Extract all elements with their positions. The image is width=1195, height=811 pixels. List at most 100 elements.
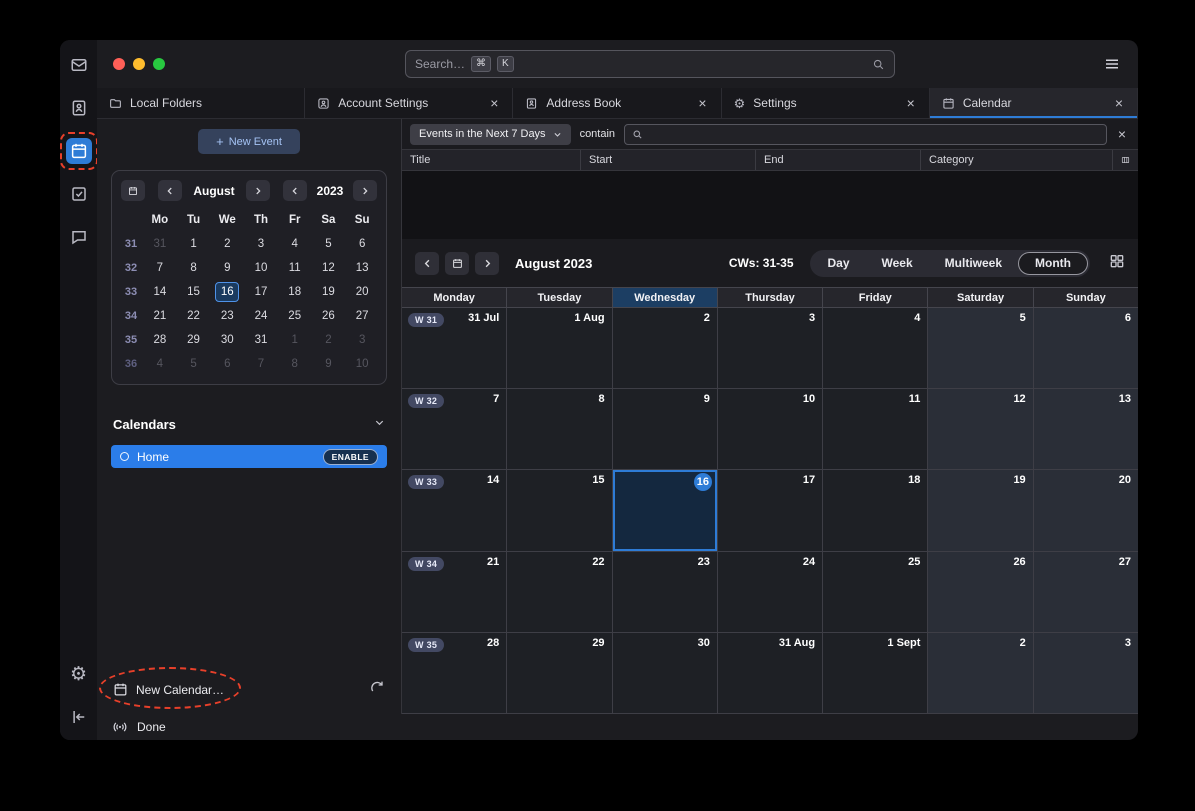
app-menu-icon[interactable] xyxy=(1102,54,1122,74)
column-header-title[interactable]: Title xyxy=(402,150,581,170)
mini-day[interactable]: 8 xyxy=(182,258,206,278)
today-button[interactable] xyxy=(445,252,469,275)
view-mode-day[interactable]: Day xyxy=(812,252,866,275)
tab-account-settings[interactable]: Account Settings × xyxy=(305,88,513,118)
mini-day[interactable]: 7 xyxy=(249,354,273,374)
mini-next-month-button[interactable] xyxy=(246,180,270,201)
close-tab-icon[interactable]: × xyxy=(905,95,917,111)
enable-badge[interactable]: ENABLE xyxy=(323,449,378,465)
column-picker-icon[interactable] xyxy=(1113,150,1138,170)
month-day-cell[interactable]: 31 Aug xyxy=(718,633,823,714)
month-day-cell[interactable]: 27 xyxy=(1034,552,1138,633)
mini-day[interactable]: 5 xyxy=(182,354,206,374)
mini-day[interactable]: 5 xyxy=(316,234,340,254)
month-day-cell[interactable]: 25 xyxy=(823,552,928,633)
mini-day[interactable]: 22 xyxy=(182,306,206,326)
month-day-cell[interactable]: W 35 28 xyxy=(402,633,507,714)
month-day-cell-today[interactable]: 16 xyxy=(613,470,718,551)
column-header-end[interactable]: End xyxy=(756,150,921,170)
view-mode-month[interactable]: Month xyxy=(1018,252,1088,275)
mini-day[interactable]: 17 xyxy=(249,282,273,302)
month-day-cell[interactable]: 18 xyxy=(823,470,928,551)
month-day-cell[interactable]: 4 xyxy=(823,308,928,389)
mini-day[interactable]: 6 xyxy=(350,234,374,254)
close-tab-icon[interactable]: × xyxy=(1113,95,1125,111)
sync-calendars-icon[interactable] xyxy=(369,679,385,700)
event-filter-dropdown[interactable]: Events in the Next 7 Days xyxy=(410,124,571,145)
mini-day[interactable]: 2 xyxy=(215,234,239,254)
next-period-button[interactable] xyxy=(475,252,499,275)
mini-day[interactable]: 30 xyxy=(215,330,239,350)
month-day-cell[interactable]: 19 xyxy=(928,470,1033,551)
month-day-cell[interactable]: 30 xyxy=(613,633,718,714)
mini-day[interactable]: 14 xyxy=(148,282,172,302)
view-mode-week[interactable]: Week xyxy=(866,252,929,275)
mini-day[interactable]: 9 xyxy=(316,354,340,374)
month-day-cell[interactable]: 22 xyxy=(507,552,612,633)
month-day-cell[interactable]: 23 xyxy=(613,552,718,633)
collapse-rail-icon[interactable] xyxy=(66,704,92,730)
view-mode-multiweek[interactable]: Multiweek xyxy=(929,252,1018,275)
event-search-field[interactable] xyxy=(624,124,1107,145)
mini-day[interactable]: 6 xyxy=(215,354,239,374)
close-window-button[interactable] xyxy=(113,58,125,70)
mini-day-selected[interactable]: 16 xyxy=(215,282,239,302)
close-tab-icon[interactable]: × xyxy=(488,95,500,111)
zoom-window-button[interactable] xyxy=(153,58,165,70)
mini-day[interactable]: 8 xyxy=(283,354,307,374)
month-day-cell[interactable]: 2 xyxy=(613,308,718,389)
month-day-cell[interactable]: W 33 14 xyxy=(402,470,507,551)
mini-prev-month-button[interactable] xyxy=(158,180,182,201)
tasks-icon[interactable] xyxy=(66,181,92,207)
mini-calendar-today-button[interactable] xyxy=(121,180,145,201)
month-day-cell[interactable]: 12 xyxy=(928,389,1033,470)
mini-day[interactable]: 31 xyxy=(249,330,273,350)
month-day-cell[interactable]: 11 xyxy=(823,389,928,470)
mini-prev-year-button[interactable] xyxy=(283,180,307,201)
mini-day[interactable]: 15 xyxy=(182,282,206,302)
tab-local-folders[interactable]: Local Folders xyxy=(97,88,305,118)
mini-next-year-button[interactable] xyxy=(353,180,377,201)
mini-day[interactable]: 7 xyxy=(148,258,172,278)
mini-day[interactable]: 20 xyxy=(350,282,374,302)
close-filter-icon[interactable]: × xyxy=(1116,126,1128,142)
mini-day[interactable]: 10 xyxy=(350,354,374,374)
close-tab-icon[interactable]: × xyxy=(696,95,708,111)
mini-day[interactable]: 3 xyxy=(350,330,374,350)
month-day-cell[interactable]: 8 xyxy=(507,389,612,470)
month-day-cell[interactable]: 9 xyxy=(613,389,718,470)
calendar-space-icon[interactable] xyxy=(66,138,92,164)
global-search-input[interactable]: Search… ⌘ K xyxy=(405,50,895,78)
month-day-cell[interactable]: W 31 31 Jul xyxy=(402,308,507,389)
month-day-cell[interactable]: 13 xyxy=(1034,389,1138,470)
mini-day[interactable]: 13 xyxy=(350,258,374,278)
settings-gear-icon[interactable]: ⚙ xyxy=(66,661,92,687)
calendar-list-item-home[interactable]: Home ENABLE xyxy=(111,445,387,468)
column-header-start[interactable]: Start xyxy=(581,150,756,170)
chat-icon[interactable] xyxy=(66,224,92,250)
mini-day[interactable]: 21 xyxy=(148,306,172,326)
mini-day[interactable]: 29 xyxy=(182,330,206,350)
month-day-cell[interactable]: 1 Aug xyxy=(507,308,612,389)
mini-day[interactable]: 1 xyxy=(182,234,206,254)
month-day-cell[interactable]: 2 xyxy=(928,633,1033,714)
mini-day[interactable]: 26 xyxy=(316,306,340,326)
tab-calendar[interactable]: Calendar × xyxy=(930,88,1138,118)
mini-day[interactable]: 9 xyxy=(215,258,239,278)
mini-day[interactable]: 23 xyxy=(215,306,239,326)
event-search-input[interactable] xyxy=(649,128,1099,140)
month-day-cell[interactable]: 17 xyxy=(718,470,823,551)
mini-day[interactable]: 3 xyxy=(249,234,273,254)
month-day-cell[interactable]: 5 xyxy=(928,308,1033,389)
mini-day[interactable]: 28 xyxy=(148,330,172,350)
month-day-cell[interactable]: 15 xyxy=(507,470,612,551)
month-day-cell[interactable]: 20 xyxy=(1034,470,1138,551)
mini-day[interactable]: 25 xyxy=(283,306,307,326)
mini-day[interactable]: 2 xyxy=(316,330,340,350)
mini-day[interactable]: 27 xyxy=(350,306,374,326)
new-event-button[interactable]: + New Event xyxy=(198,129,300,154)
tab-address-book[interactable]: Address Book × xyxy=(513,88,721,118)
month-day-cell[interactable]: 29 xyxy=(507,633,612,714)
chevron-down-icon[interactable] xyxy=(374,415,385,433)
month-day-cell[interactable]: 1 Sept xyxy=(823,633,928,714)
